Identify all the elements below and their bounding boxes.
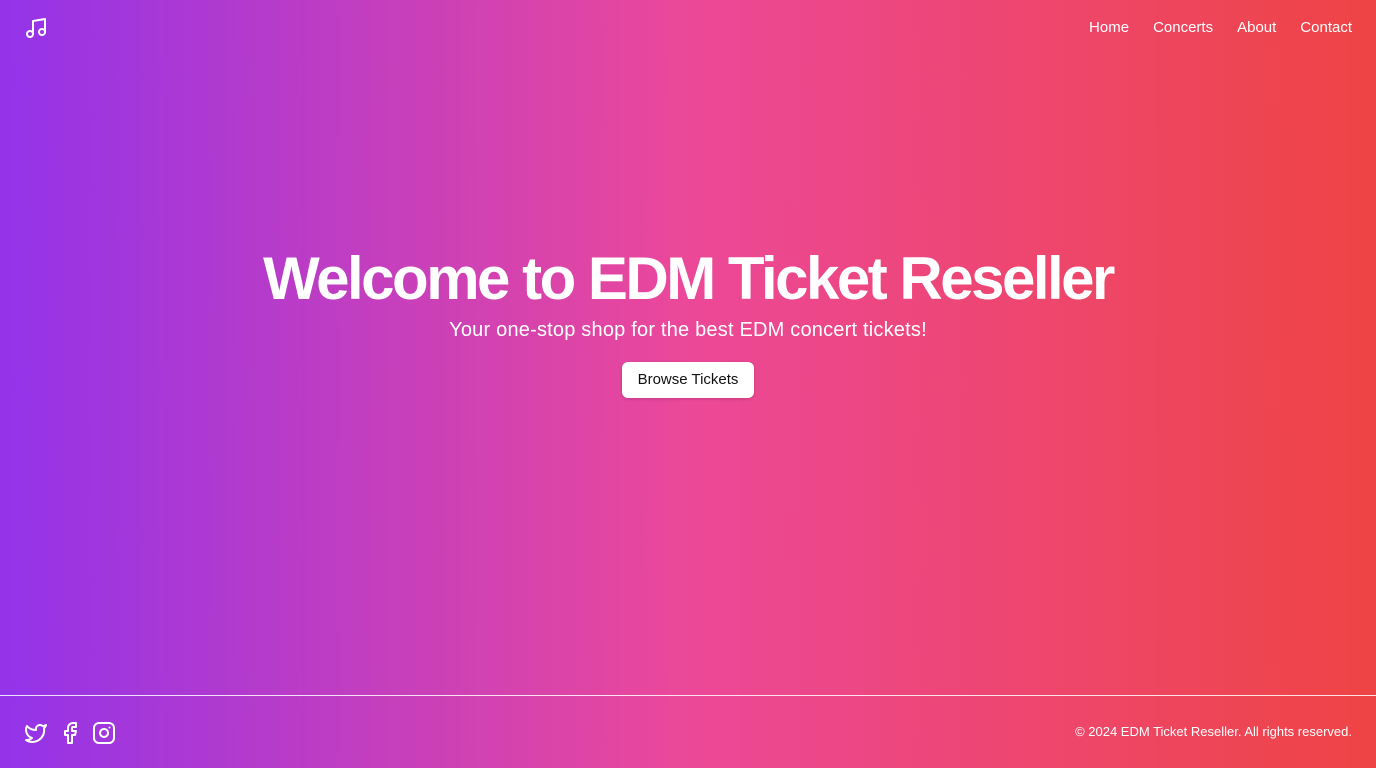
instagram-icon[interactable]: [92, 721, 116, 745]
copyright-text: © 2024 EDM Ticket Reseller. All rights r…: [1075, 724, 1352, 739]
site-header: Home Concerts About Contact: [0, 0, 1376, 56]
social-links: [24, 721, 116, 745]
browse-tickets-button[interactable]: Browse Tickets: [621, 362, 755, 398]
main-nav: Home Concerts About Contact: [1089, 18, 1352, 38]
hero-title: Welcome to EDM Ticket Reseller: [263, 245, 1115, 312]
twitter-icon[interactable]: [24, 721, 48, 745]
nav-link-concerts[interactable]: Concerts: [1153, 18, 1213, 38]
facebook-icon[interactable]: [58, 721, 82, 745]
music-note-icon[interactable]: [24, 16, 48, 40]
nav-link-home[interactable]: Home: [1089, 18, 1129, 38]
hero-subtitle: Your one-stop shop for the best EDM conc…: [449, 319, 927, 341]
nav-link-about[interactable]: About: [1237, 18, 1276, 38]
nav-link-contact[interactable]: Contact: [1300, 18, 1352, 38]
site-footer: © 2024 EDM Ticket Reseller. All rights r…: [0, 695, 1376, 768]
hero-section: Welcome to EDM Ticket Reseller Your one-…: [0, 244, 1376, 398]
